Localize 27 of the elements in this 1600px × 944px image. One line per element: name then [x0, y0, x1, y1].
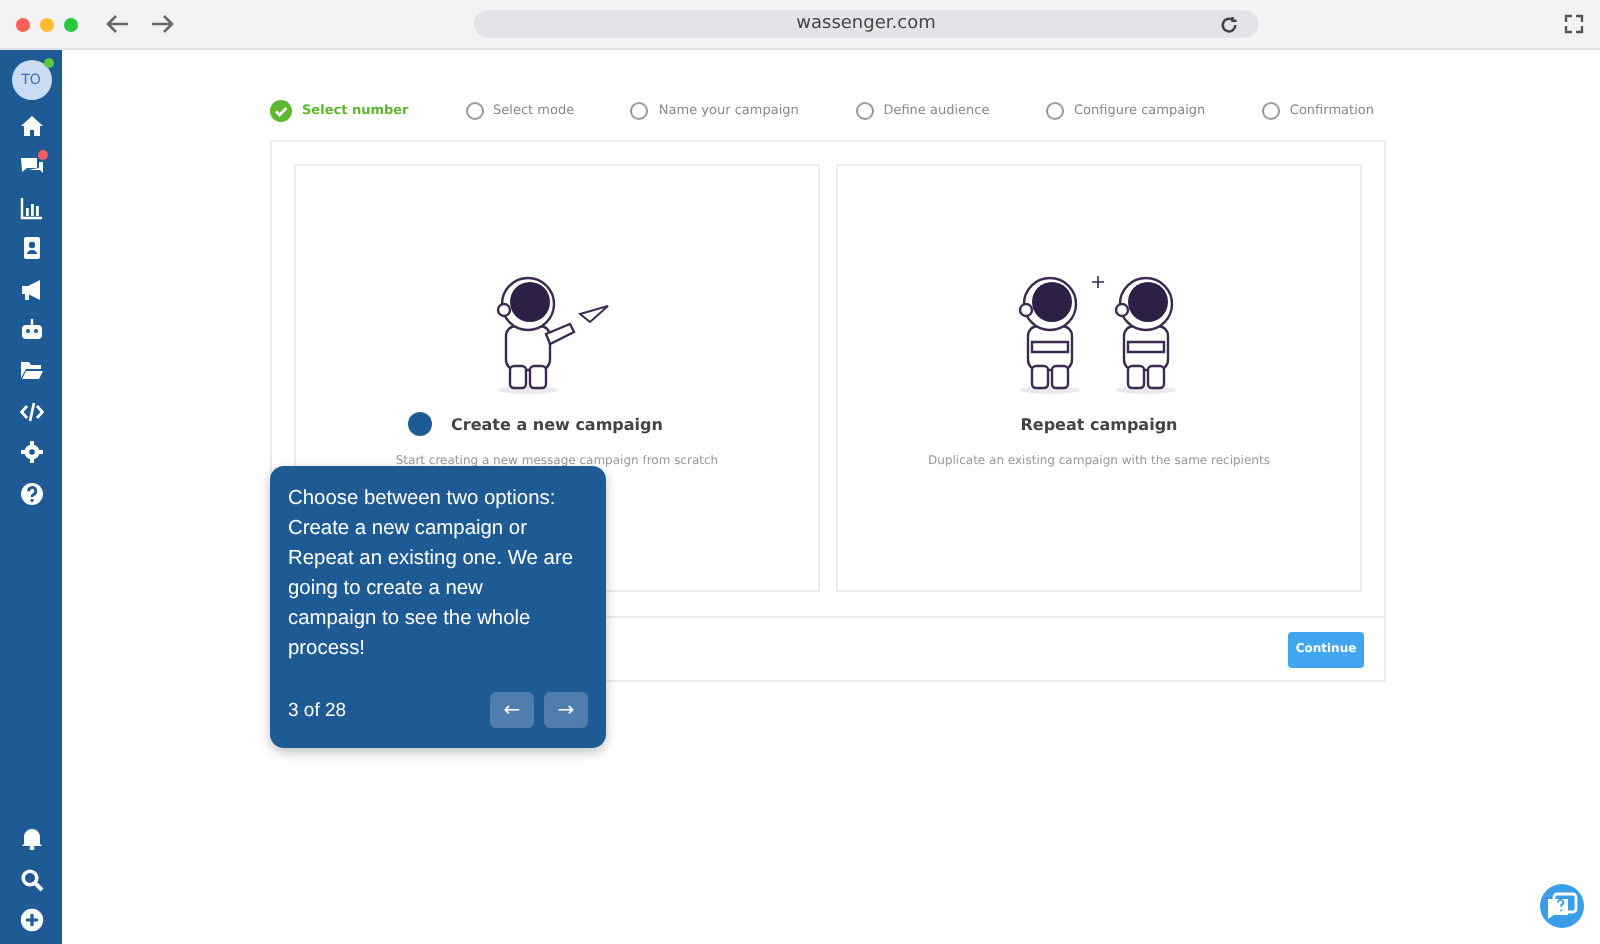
step-counter: 3 of 28 — [288, 699, 347, 721]
help-chat-icon[interactable] — [1540, 884, 1584, 928]
next-button[interactable]: → — [544, 692, 588, 728]
forward-arrow-icon[interactable] — [150, 14, 174, 34]
previous-button[interactable]: ← — [490, 692, 534, 728]
minimize-window-dot[interactable] — [40, 17, 54, 31]
maximize-window-dot[interactable] — [64, 17, 78, 31]
bar-chart-icon[interactable] — [19, 195, 43, 220]
add-icon[interactable] — [19, 908, 43, 932]
option-title: Create a new campaign — [451, 415, 663, 433]
robot-icon[interactable] — [19, 317, 43, 342]
address-book-icon[interactable] — [19, 236, 43, 261]
megaphone-icon[interactable] — [19, 277, 43, 302]
home-icon[interactable] — [19, 114, 43, 138]
close-window-dot[interactable] — [16, 17, 30, 31]
option-title: Repeat campaign — [1020, 415, 1178, 433]
url-text: wassenger.com — [796, 14, 936, 34]
code-icon[interactable] — [19, 399, 43, 424]
bell-icon[interactable] — [19, 826, 43, 851]
address-bar[interactable]: wassenger.com — [474, 10, 1258, 38]
folder-icon[interactable] — [19, 358, 43, 383]
back-arrow-icon[interactable] — [106, 14, 130, 34]
reload-icon[interactable] — [1220, 15, 1238, 33]
fullscreen-icon[interactable] — [1564, 14, 1584, 34]
search-icon[interactable] — [19, 867, 43, 892]
settings-icon[interactable] — [19, 440, 43, 465]
help-icon[interactable] — [19, 481, 43, 506]
